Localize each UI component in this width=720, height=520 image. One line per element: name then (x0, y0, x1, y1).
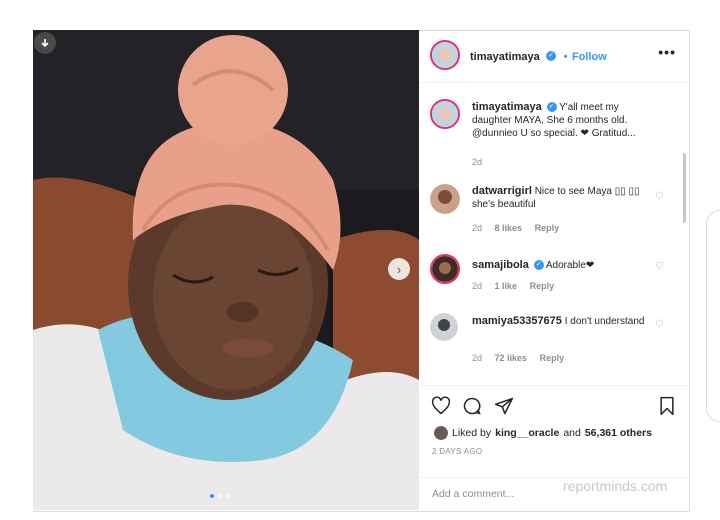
liked-and: and (563, 427, 581, 439)
heart-icon[interactable] (431, 396, 451, 421)
comment-time: 2d (472, 281, 483, 291)
author-username[interactable]: timayatimaya (470, 51, 540, 63)
avatar[interactable] (430, 313, 458, 341)
follow-button[interactable]: Follow (572, 51, 607, 63)
avatar[interactable] (430, 254, 460, 284)
liker-avatar (434, 426, 448, 440)
avatar[interactable] (430, 184, 460, 214)
bookmark-icon[interactable] (658, 396, 676, 421)
download-icon[interactable] (34, 32, 56, 54)
side-card-fragment (706, 210, 720, 422)
post-photo[interactable] (33, 30, 419, 510)
comment-text: I don't understand (564, 316, 645, 327)
verified-badge-icon: ✓ (546, 102, 557, 113)
post-header: timayatimaya ✓ • Follow ••• (420, 30, 688, 83)
comment-text: Adorable❤ (545, 260, 595, 271)
avatar[interactable] (430, 99, 460, 129)
comment-icon[interactable] (462, 396, 482, 421)
follow-separator: • (563, 51, 568, 63)
verified-badge-icon: ✓ (546, 50, 557, 61)
comment-likes[interactable]: 72 likes (495, 353, 528, 363)
comment-time: 2d (472, 223, 483, 233)
comment-username[interactable]: timayatimaya (472, 101, 542, 113)
comment-time: 2d (472, 157, 483, 167)
likes-summary[interactable]: Liked by king__oracle and 56,361 others (434, 426, 652, 440)
verified-badge-icon: ✓ (533, 260, 544, 271)
comment-input[interactable]: Add a comment... (432, 488, 514, 500)
comment-likes[interactable]: 1 like (495, 281, 518, 291)
heart-icon[interactable]: ♡ (655, 319, 664, 330)
liked-prefix: Liked by (452, 427, 492, 439)
next-arrow-icon[interactable]: › (388, 258, 410, 280)
more-options-icon[interactable]: ••• (658, 44, 676, 60)
carousel-dots (210, 494, 230, 498)
liked-user[interactable]: king__oracle (495, 427, 559, 439)
post-time: 2 DAYS AGO (432, 447, 483, 456)
liked-count[interactable]: 56,361 others (585, 427, 652, 439)
comments-list: timayatimaya ✓ Y'all meet my daughter MA… (420, 83, 688, 385)
comment-username[interactable]: mamiya53357675 (472, 315, 562, 327)
share-icon[interactable] (494, 396, 514, 421)
carousel-dot (210, 494, 214, 498)
heart-icon[interactable]: ♡ (655, 261, 664, 272)
reply-button[interactable]: Reply (535, 223, 560, 233)
heart-icon[interactable]: ♡ (655, 191, 664, 202)
scrollbar[interactable] (683, 153, 686, 223)
carousel-dot (218, 494, 222, 498)
post-side-panel: timayatimaya ✓ • Follow ••• timayatimaya… (420, 30, 688, 510)
post-actions: Liked by king__oracle and 56,361 others … (420, 385, 688, 478)
author-avatar[interactable] (430, 40, 460, 70)
reply-button[interactable]: Reply (530, 281, 555, 291)
comment-username[interactable]: samajibola (472, 259, 529, 271)
comment-username[interactable]: datwarrigirl (472, 185, 532, 197)
carousel-dot (226, 494, 230, 498)
watermark: reportminds.com (563, 478, 668, 494)
reply-button[interactable]: Reply (540, 353, 565, 363)
comment-time: 2d (472, 353, 483, 363)
comment-likes[interactable]: 8 likes (495, 223, 523, 233)
